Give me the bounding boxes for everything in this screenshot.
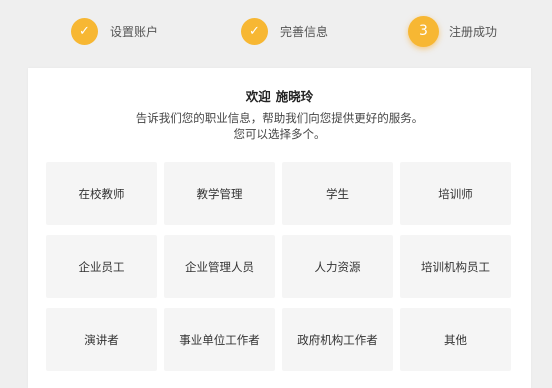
option-trainer[interactable]: 培训师 [400, 162, 511, 225]
welcome-heading: 欢迎 施晓玲 [28, 86, 531, 105]
occupation-card: 欢迎 施晓玲 告诉我们您的职业信息，帮助我们向您提供更好的服务。 您可以选择多个。… [28, 68, 531, 388]
option-student[interactable]: 学生 [282, 162, 393, 225]
description-line: 您可以选择多个。 [233, 127, 326, 141]
step-registration-success: 3 注册成功 [408, 15, 498, 47]
step-setup-account: ✓ 设置账户 [71, 16, 158, 46]
step-label: 设置账户 [110, 24, 159, 39]
option-enterprise-employee[interactable]: 企业员工 [46, 235, 157, 298]
occupation-description: 告诉我们您的职业信息，帮助我们向您提供更好的服务。 您可以选择多个。 [28, 110, 531, 142]
check-icon: ✓ [71, 17, 98, 45]
welcome-text: 欢迎 [245, 89, 271, 104]
registration-steps: ✓ 设置账户 ✓ 完善信息 3 注册成功 [0, 15, 552, 47]
option-other[interactable]: 其他 [400, 308, 511, 371]
option-enterprise-manager[interactable]: 企业管理人员 [164, 235, 275, 298]
option-government-worker[interactable]: 政府机构工作者 [282, 308, 393, 371]
option-school-teacher[interactable]: 在校教师 [46, 162, 157, 225]
step-number-badge: 3 [408, 15, 439, 47]
option-public-institution-worker[interactable]: 事业单位工作者 [164, 308, 275, 371]
user-name: 施晓玲 [275, 89, 314, 104]
step-label: 完善信息 [280, 24, 329, 39]
option-training-institution-staff[interactable]: 培训机构员工 [400, 235, 511, 298]
step-label: 注册成功 [449, 24, 498, 39]
option-human-resources[interactable]: 人力资源 [282, 235, 393, 298]
occupation-options: 在校教师 教学管理 学生 培训师 企业员工 企业管理人员 人力资源 培训机构员工… [46, 162, 511, 371]
description-line: 告诉我们您的职业信息，帮助我们向您提供更好的服务。 [135, 111, 424, 125]
option-teaching-management[interactable]: 教学管理 [164, 162, 275, 225]
step-complete-info: ✓ 完善信息 [241, 16, 328, 46]
check-icon: ✓ [241, 17, 268, 45]
option-speaker[interactable]: 演讲者 [46, 308, 157, 371]
